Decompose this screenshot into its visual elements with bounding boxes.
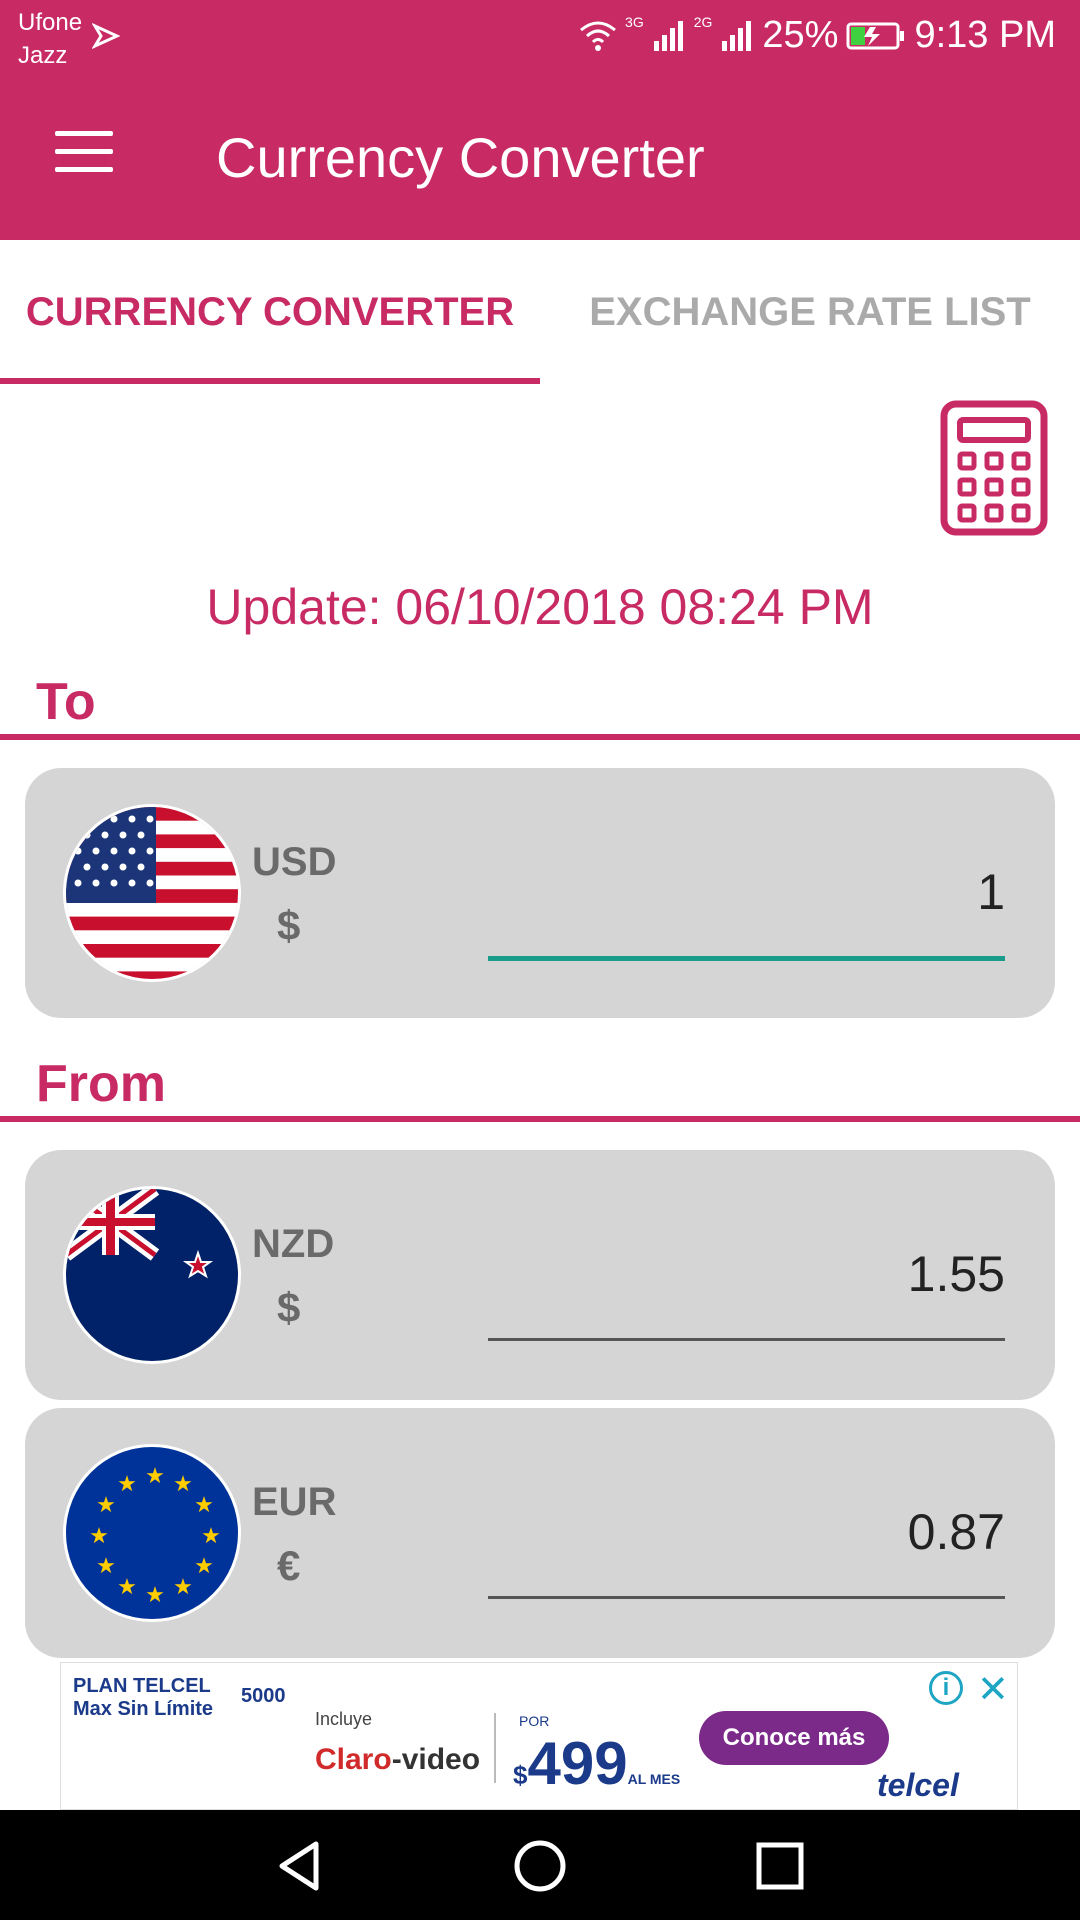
- currency-code: NZD: [252, 1222, 335, 1266]
- ad-cta-button[interactable]: Conoce más: [699, 1711, 889, 1765]
- svg-text:★: ★: [173, 1472, 193, 1497]
- carrier-name-2: Jazz: [18, 42, 68, 69]
- amount-input-underline: [488, 956, 1005, 961]
- from-currency-card-nzd[interactable]: NZD $ 1.55: [25, 1150, 1055, 1400]
- eu-flag-icon: ★ ★ ★ ★ ★ ★ ★ ★ ★ ★ ★ ★: [63, 1444, 241, 1622]
- ad-close-icon[interactable]: ✕: [977, 1667, 1009, 1712]
- currency-code: EUR: [252, 1480, 337, 1524]
- amount-input[interactable]: 1: [977, 863, 1005, 921]
- play-store-notification-icon: [92, 22, 120, 50]
- svg-text:★: ★: [96, 1554, 116, 1579]
- svg-text:★: ★: [145, 1464, 165, 1489]
- battery-percent: 25%: [762, 14, 839, 56]
- signal-icon-1: [653, 20, 683, 51]
- svg-text:★: ★: [96, 1493, 116, 1518]
- amount-input-underline: [488, 1338, 1005, 1341]
- app-bar: Currency Converter: [0, 75, 1080, 240]
- tab-currency-converter[interactable]: CURRENCY CONVERTER: [0, 240, 540, 384]
- svg-text:★: ★: [117, 1472, 137, 1497]
- ad-info-icon[interactable]: i: [929, 1671, 963, 1705]
- us-flag-icon: [63, 804, 241, 982]
- tab-bar: CURRENCY CONVERTER EXCHANGE RATE LIST: [0, 240, 1080, 384]
- svg-text:★: ★: [89, 1524, 109, 1549]
- tab-exchange-rate-list[interactable]: EXCHANGE RATE LIST: [540, 240, 1080, 384]
- wifi-icon: [580, 21, 616, 51]
- svg-text:★: ★: [194, 1554, 214, 1579]
- status-bar: Ufone Jazz 3G 2G 25% 9:13 PM: [0, 0, 1080, 75]
- status-icons: 3G 2G 25% 9:13 PM: [579, 14, 1056, 57]
- home-icon[interactable]: [512, 1838, 568, 1894]
- amount-input[interactable]: 1.55: [908, 1245, 1005, 1303]
- clock: 9:13 PM: [914, 14, 1056, 56]
- app-title: Currency Converter: [216, 126, 705, 189]
- ad-banner[interactable]: PLAN TELCEL Max Sin Límite 5000 Incluye …: [60, 1662, 1018, 1810]
- svg-text:★: ★: [145, 1583, 165, 1608]
- currency-symbol: $: [277, 902, 301, 949]
- update-timestamp: Update: 06/10/2018 08:24 PM: [206, 579, 874, 635]
- ad-incluye-text: Incluye: [315, 1709, 373, 1729]
- tab-indicator: [0, 378, 540, 384]
- carrier-info: Ufone Jazz: [18, 6, 82, 72]
- battery-charging-icon: [846, 22, 905, 49]
- currency-symbol: €: [277, 1542, 301, 1589]
- svg-text:★: ★: [201, 1524, 221, 1549]
- svg-text:★: ★: [117, 1575, 137, 1600]
- ad-plan-number: 5000: [241, 1685, 286, 1707]
- back-icon[interactable]: [272, 1838, 328, 1894]
- ad-plan-text: PLAN TELCEL Max Sin Límite: [73, 1675, 214, 1720]
- calculator-icon[interactable]: [940, 400, 1048, 536]
- from-currency-card-eur[interactable]: ★ ★ ★ ★ ★ ★ ★ ★ ★ ★ ★ ★ EUR € 0.87: [25, 1408, 1055, 1658]
- ad-separator: [494, 1713, 496, 1783]
- network-type-2: 2G: [693, 14, 713, 30]
- currency-code: USD: [252, 840, 337, 884]
- nz-flag-icon: [63, 1186, 241, 1364]
- ad-price: $499AL MES: [513, 1730, 681, 1797]
- network-type-1: 3G: [625, 14, 644, 30]
- recent-apps-icon[interactable]: [752, 1838, 808, 1894]
- hamburger-menu-icon[interactable]: [55, 131, 113, 175]
- navigation-bar: [0, 1810, 1080, 1920]
- svg-text:★: ★: [173, 1575, 193, 1600]
- from-section-divider: [0, 1116, 1080, 1122]
- to-currency-card[interactable]: USD $ 1: [25, 768, 1055, 1018]
- currency-symbol: $: [277, 1284, 301, 1331]
- amount-input-underline: [488, 1596, 1005, 1599]
- to-section-divider: [0, 734, 1080, 740]
- signal-icon-2: [722, 20, 752, 51]
- from-section-label: From: [36, 1055, 166, 1113]
- to-section-label: To: [36, 673, 96, 731]
- amount-input[interactable]: 0.87: [908, 1503, 1005, 1561]
- carrier-name-1: Ufone: [18, 9, 83, 36]
- ad-brand-logo: telcel: [877, 1767, 959, 1803]
- svg-text:★: ★: [194, 1493, 214, 1518]
- ad-por-text: POR: [519, 1713, 550, 1729]
- ad-claro-video-logo: Claro-video: [315, 1743, 481, 1776]
